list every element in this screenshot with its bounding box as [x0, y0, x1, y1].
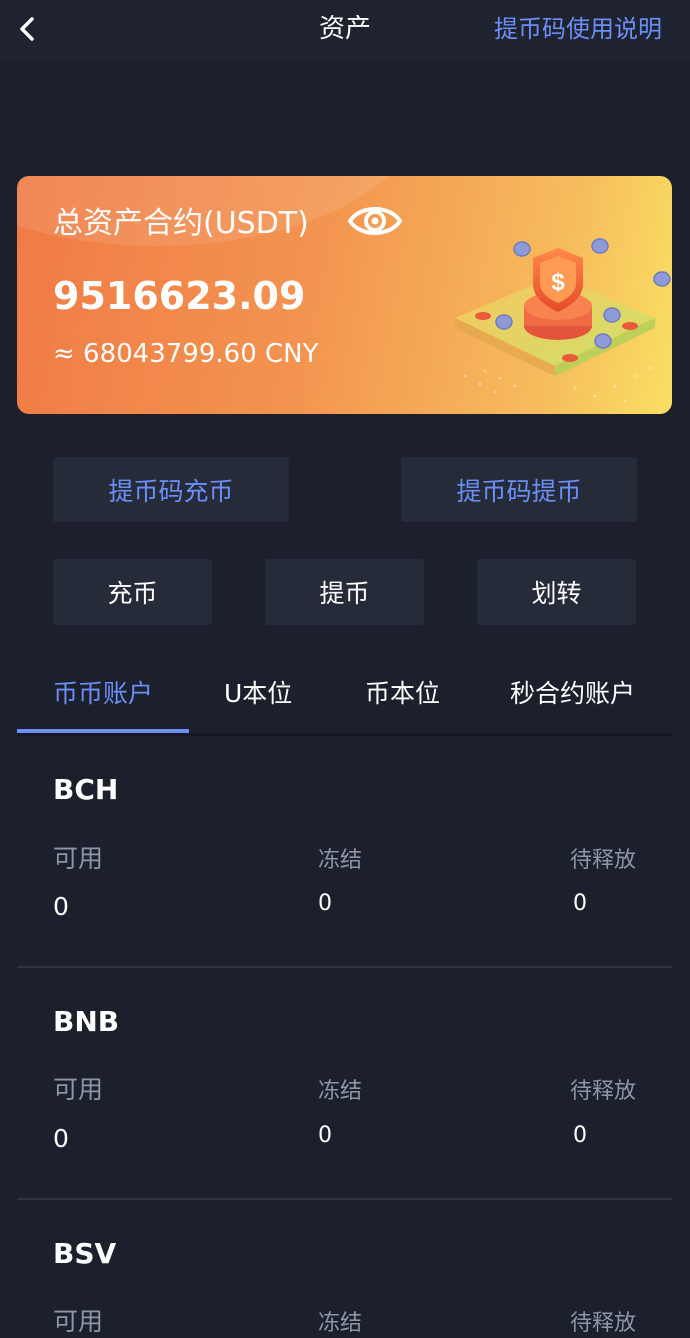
tab-usdt-margined[interactable]: U本位 [224, 674, 292, 714]
divider [17, 1198, 672, 1200]
code-deposit-button[interactable]: 提币码充币 [53, 457, 289, 522]
withdraw-button[interactable]: 提币 [265, 559, 424, 625]
coin-name: BCH [53, 773, 119, 806]
top-bar: 资产 提币码使用说明 [0, 0, 690, 62]
shield-coin-illustration-icon: $ [455, 238, 671, 403]
coin-name: BSV [53, 1237, 117, 1270]
tab-coin-margined[interactable]: 币本位 [365, 674, 440, 714]
code-withdraw-button[interactable]: 提币码提币 [401, 457, 637, 522]
frozen-label: 冻结 [318, 1311, 363, 1336]
tabs-baseline [17, 733, 672, 736]
pending-label: 待释放 [569, 1311, 636, 1336]
deposit-button[interactable]: 充币 [53, 559, 212, 625]
tab-second-contract-account[interactable]: 秒合约账户 [510, 674, 635, 714]
list-item: BCH 可用 冻结 待释放 0 0 0 [17, 770, 672, 1002]
active-tab-indicator [17, 729, 189, 733]
available-label: 可用 [53, 1307, 104, 1336]
total-asset-label: 总资产合约(USDT) [53, 206, 309, 241]
divider [17, 966, 672, 968]
tab-spot-account[interactable]: 币币账户 [53, 674, 153, 714]
list-item: BNB 可用 冻结 待释放 0 0 0 [17, 1002, 672, 1234]
total-asset-amount: 9516623.09 [53, 274, 306, 318]
frozen-label: 冻结 [318, 1079, 363, 1104]
available-label: 可用 [53, 844, 104, 873]
available-value: 0 [53, 892, 69, 921]
total-asset-card: 总资产合约(USDT) 9516623.09 ≈ 68043799.60 CNY [17, 176, 672, 414]
help-link[interactable]: 提币码使用说明 [494, 12, 662, 46]
coin-name: BNB [53, 1005, 120, 1038]
available-label: 可用 [53, 1075, 104, 1104]
pending-value: 0 [573, 891, 587, 916]
pending-value: 0 [573, 1123, 587, 1148]
account-tabs: 币币账户 U本位 币本位 秒合约账户 [17, 660, 672, 736]
available-value: 0 [53, 1124, 69, 1153]
pending-label: 待释放 [569, 1079, 636, 1104]
transfer-button[interactable]: 划转 [477, 559, 636, 625]
frozen-label: 冻结 [318, 848, 363, 873]
frozen-value: 0 [318, 1123, 332, 1148]
eye-icon[interactable] [347, 200, 403, 242]
list-item: BSV 可用 冻结 待释放 [17, 1234, 672, 1338]
total-asset-cny: ≈ 68043799.60 CNY [53, 339, 319, 369]
svg-text:$: $ [551, 269, 565, 296]
pending-label: 待释放 [569, 848, 636, 873]
frozen-value: 0 [318, 891, 332, 916]
